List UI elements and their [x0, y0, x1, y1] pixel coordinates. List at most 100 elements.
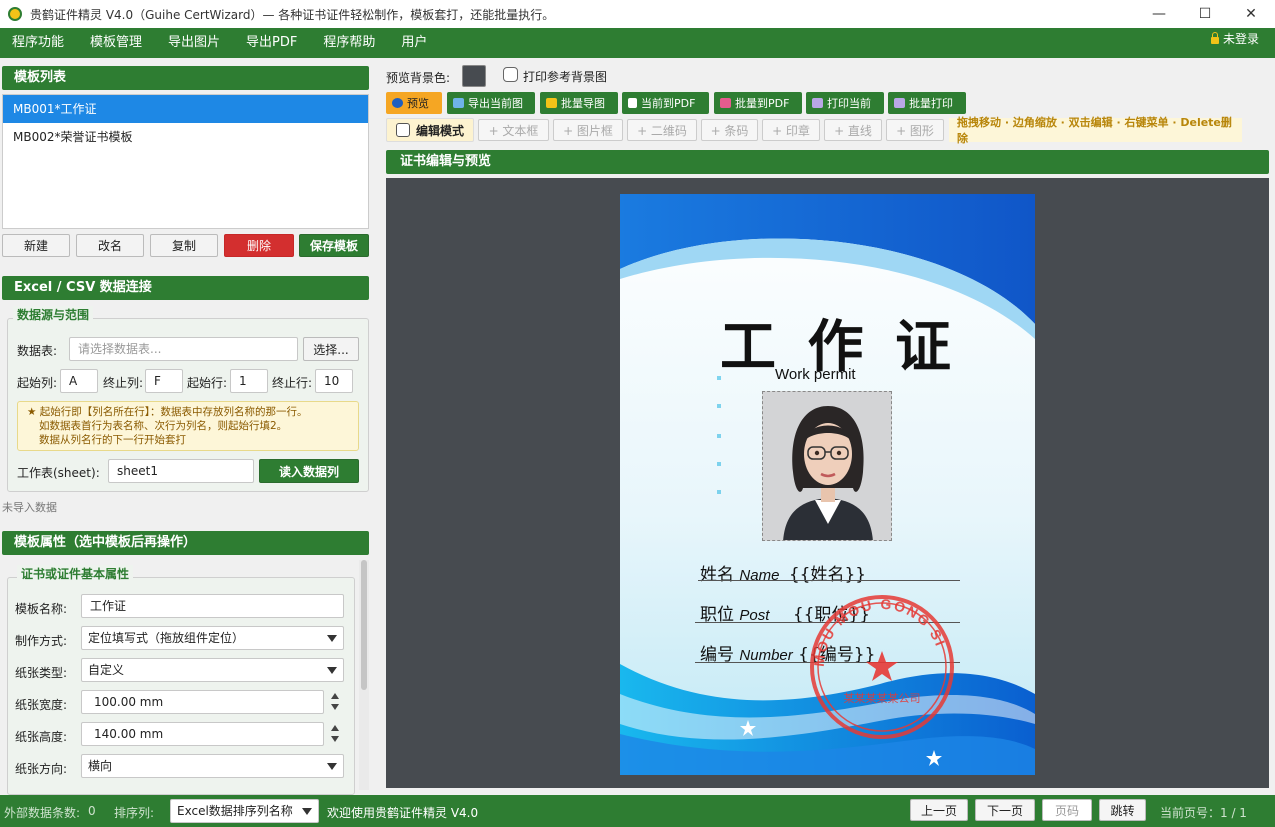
title-bar: 贵鹤证件精灵 V4.0（Guihe CertWizard）— 各种证书证件轻松制…	[0, 0, 1275, 28]
stack-icon	[720, 98, 731, 108]
end-row-input[interactable]: 10	[315, 369, 353, 393]
menu-export-image[interactable]: 导出图片	[156, 28, 234, 58]
folder-icon	[546, 98, 557, 108]
paper-height-input[interactable]: 140.00 mm	[81, 722, 324, 746]
jump-button[interactable]: 跳转	[1099, 799, 1146, 821]
company-stamp[interactable]: MOU MOU GONG SI 某某某某某公司	[806, 592, 958, 742]
minimize-button[interactable]: —	[1136, 0, 1182, 28]
chevron-down-icon	[327, 635, 337, 642]
current-to-pdf-button[interactable]: 当前到PDF	[622, 92, 709, 114]
list-item[interactable]: MB002*荣誉证书模板	[3, 123, 368, 151]
arrow-down-icon[interactable]	[331, 704, 339, 710]
page-number-input[interactable]: 页码	[1042, 799, 1092, 821]
method-value: 定位填写式（拖放组件定位）	[88, 631, 245, 645]
choose-file-button[interactable]: 选择...	[303, 337, 359, 361]
paper-width-input[interactable]: 100.00 mm	[81, 690, 324, 714]
range-tip: ★ 起始行即【列名所在行】：数据表中存放列名称的那一行。 如数据表首行为表名称、…	[17, 401, 359, 451]
start-col-input[interactable]: A	[60, 369, 98, 393]
add-line-button[interactable]: + 直线	[824, 119, 882, 141]
batch-export-image-button[interactable]: 批量导图	[540, 92, 618, 114]
paper-width-label: 纸张宽度:	[15, 698, 68, 712]
edit-mode-toggle[interactable]: 编辑模式	[386, 118, 474, 142]
batch-print-button[interactable]: 批量打印	[888, 92, 966, 114]
read-columns-button[interactable]: 读入数据列	[259, 459, 359, 483]
name-field-row[interactable]: 姓名 Name {{姓名}}	[700, 560, 866, 585]
paper-type-select[interactable]: 自定义	[81, 658, 344, 682]
sort-column-select[interactable]: Excel数据排序列名称	[170, 799, 319, 823]
batch-to-pdf-button[interactable]: 批量到PDF	[714, 92, 802, 114]
arrow-down-icon[interactable]	[331, 736, 339, 742]
sheet-input[interactable]: sheet1	[108, 459, 254, 483]
name-en-label: Name	[739, 567, 780, 584]
document-icon	[628, 98, 637, 108]
menu-export-pdf[interactable]: 导出PDF	[234, 28, 311, 58]
external-count-label: 外部数据条数:	[4, 806, 81, 820]
template-name-label: 模板名称:	[15, 602, 68, 616]
data-table-input[interactable]: 请选择数据表...	[69, 337, 298, 361]
start-row-input[interactable]: 1	[230, 369, 268, 393]
arrow-up-icon[interactable]	[331, 693, 339, 699]
menu-user[interactable]: 用户	[389, 28, 441, 58]
arrow-up-icon[interactable]	[331, 725, 339, 731]
svg-text:MOU MOU GONG SI: MOU MOU GONG SI	[811, 596, 949, 668]
add-stamp-button[interactable]: + 印章	[762, 119, 820, 141]
rename-button[interactable]: 改名	[76, 234, 144, 257]
add-shape-button[interactable]: + 图形	[886, 119, 944, 141]
close-button[interactable]: ✕	[1228, 0, 1274, 28]
delete-button[interactable]: 删除	[224, 234, 294, 257]
add-textbox-button[interactable]: + 文本框	[478, 119, 549, 141]
app-window: 贵鹤证件精灵 V4.0（Guihe CertWizard）— 各种证书证件轻松制…	[0, 0, 1275, 827]
app-logo-icon	[8, 7, 22, 21]
start-row-label: 起始行:	[187, 376, 228, 390]
paper-width-stepper[interactable]	[327, 690, 345, 714]
printer-icon	[812, 98, 823, 108]
add-qrcode-button[interactable]: + 二维码	[627, 119, 697, 141]
menu-template-manage[interactable]: 模板管理	[78, 28, 156, 58]
login-status[interactable]: 未登录	[1210, 30, 1259, 47]
props-scrollbar-thumb[interactable]	[361, 560, 367, 690]
preview-button[interactable]: 预览	[386, 92, 442, 114]
paper-height-stepper[interactable]	[327, 722, 345, 746]
menu-program-functions[interactable]: 程序功能	[0, 28, 78, 58]
image-icon	[453, 98, 464, 108]
name-cn-label: 姓名	[700, 565, 734, 585]
end-col-input[interactable]: F	[145, 369, 183, 393]
basic-props-title: 证书或证件基本属性	[17, 565, 134, 582]
certificate-card[interactable]: 工 作 证 Work permit 姓名 Name {{姓名}} 职位 Post…	[620, 194, 1035, 775]
prev-page-button[interactable]: 上一页	[910, 799, 968, 821]
print-current-button[interactable]: 打印当前	[806, 92, 884, 114]
name-placeholder: {{姓名}}	[788, 565, 867, 585]
add-barcode-button[interactable]: + 条码	[701, 119, 758, 141]
bg-color-swatch[interactable]	[462, 65, 486, 87]
chevron-down-icon	[327, 667, 337, 674]
print-bg-checkbox[interactable]	[503, 67, 518, 82]
new-template-button[interactable]: 新建	[2, 234, 70, 257]
copy-button[interactable]: 复制	[150, 234, 218, 257]
edit-hint: 拖拽移动 · 边角缩放 · 双击编辑 · 右键菜单 · Delete删除	[949, 116, 1242, 145]
template-name-input[interactable]: 工作证	[81, 594, 344, 618]
list-item[interactable]: MB001*工作证	[3, 95, 368, 123]
save-template-button[interactable]: 保存模板	[299, 234, 369, 257]
method-select[interactable]: 定位填写式（拖放组件定位）	[81, 626, 344, 650]
next-page-button[interactable]: 下一页	[975, 799, 1035, 821]
edit-mode-checkbox[interactable]	[396, 123, 410, 137]
import-status: 未导入数据	[2, 501, 57, 514]
paper-height-label: 纸张高度:	[15, 730, 68, 744]
method-label: 制作方式:	[15, 634, 68, 648]
orientation-select[interactable]: 横向	[81, 754, 344, 778]
welcome-text: 欢迎使用贵鹤证件精灵 V4.0	[327, 806, 479, 820]
menu-bar: 程序功能 模板管理 导出图片 导出PDF 程序帮助 用户 未登录	[0, 28, 1275, 58]
orientation-value: 横向	[88, 759, 113, 773]
stamp-cn-text: 某某某某某公司	[844, 692, 921, 705]
card-subtitle[interactable]: Work permit	[775, 366, 856, 383]
add-image-button[interactable]: + 图片框	[553, 119, 623, 141]
export-current-image-button[interactable]: 导出当前图	[447, 92, 535, 114]
props-scrollbar[interactable]	[359, 560, 369, 790]
maximize-button[interactable]: ☐	[1182, 0, 1228, 28]
menu-help[interactable]: 程序帮助	[311, 28, 389, 58]
end-row-label: 终止行:	[272, 376, 313, 390]
chevron-down-icon	[302, 808, 312, 815]
print-current-label: 打印当前	[827, 97, 871, 110]
photo-frame[interactable]	[762, 391, 892, 541]
window-title: 贵鹤证件精灵 V4.0（Guihe CertWizard）— 各种证书证件轻松制…	[30, 7, 555, 22]
